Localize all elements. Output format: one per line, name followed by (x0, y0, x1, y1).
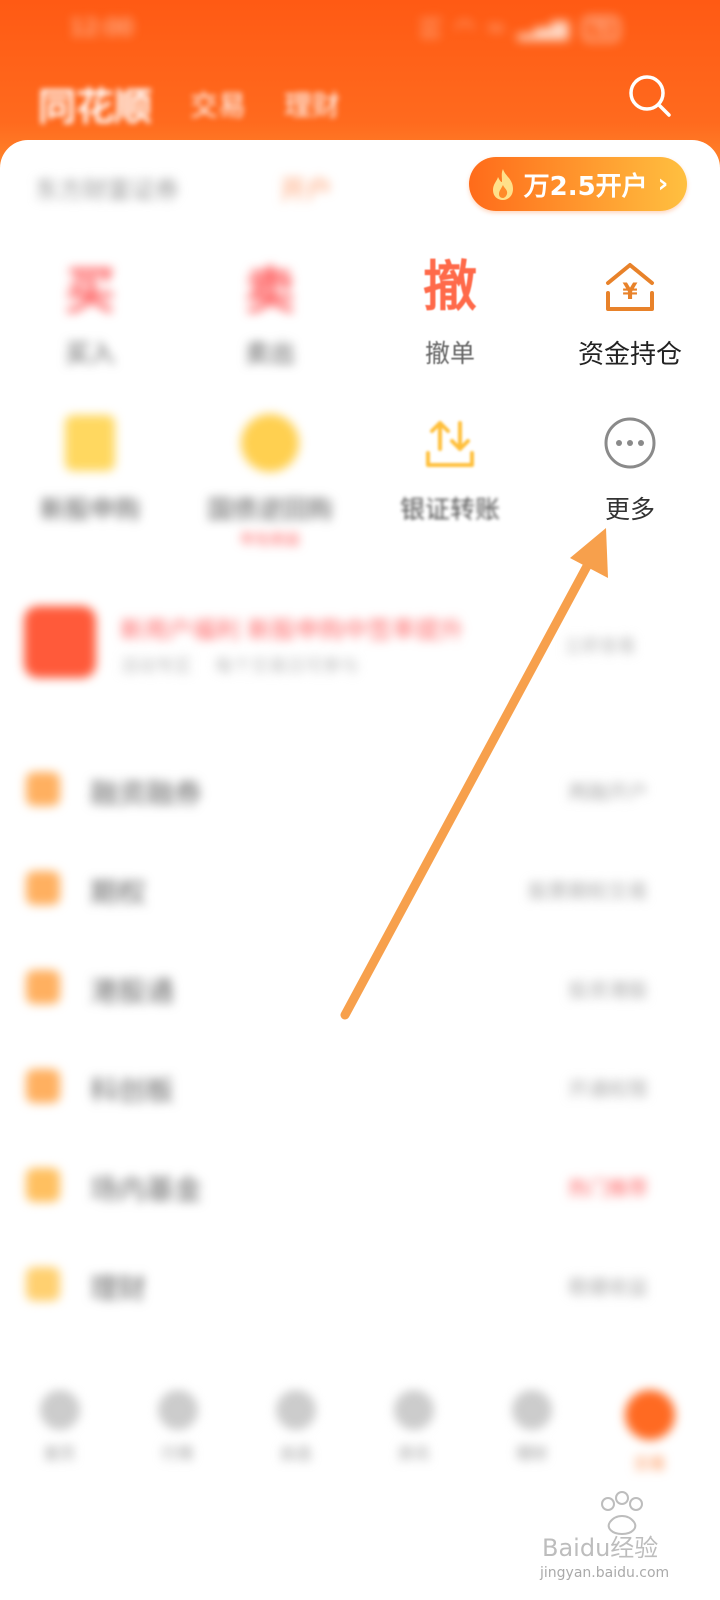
battery-indicator: 70 (582, 16, 619, 41)
list-item-icon (26, 871, 60, 905)
list-item-icon (26, 1069, 60, 1103)
open-account-label: 万2.5开户 (523, 171, 648, 202)
house-yen-icon: ¥ (606, 263, 654, 311)
signal-icon: ▂▄▆ (517, 16, 569, 41)
signal-label: 5G (488, 22, 504, 35)
grid-item-label: 卖出 (244, 339, 295, 368)
chevron-right-icon: › (657, 169, 669, 199)
top-nav: 同花顺 交易 理财 (38, 76, 340, 131)
reverse-repo-icon (241, 414, 299, 472)
grid-item-buy[interactable]: 买 买入 (0, 252, 180, 371)
news-icon (393, 1390, 434, 1430)
bottom-nav-item-trade[interactable]: 交易 (591, 1390, 708, 1490)
cancel-order-icon: 撤 (423, 255, 477, 318)
sell-icon: 卖 (245, 262, 295, 320)
list-item[interactable]: 理财 稳健收益 (0, 1235, 720, 1334)
bottom-nav-item[interactable]: 自选 (237, 1390, 354, 1490)
grid-item-ipo[interactable]: 新股申购 (0, 408, 180, 549)
watermark-url: jingyan.baidu.com (540, 1565, 670, 1581)
news-title: 新用户福利 新股申购中签率提升 (120, 616, 464, 644)
market-icon (157, 1390, 198, 1430)
list-item-icon (26, 772, 60, 806)
grid-item-reverse-repo[interactable]: 国债逆回购 年化收益 (180, 408, 360, 549)
grid-item-label: 更多 (604, 495, 655, 524)
more-dots-icon (604, 417, 656, 469)
fire-icon (492, 169, 513, 200)
function-grid-row1: 买 买入 卖 卖出 撤 撤单 ¥ 资金持仓 (0, 252, 720, 371)
news-banner[interactable]: 新用户福利 新股申购中签率提升 活动专区 每个交易日可参与 立即查看 (24, 606, 704, 686)
tab-trade[interactable]: 交易 (190, 84, 246, 124)
ipo-icon (65, 415, 115, 471)
transfer-icon (426, 421, 474, 467)
tab-finance[interactable]: 理财 (284, 84, 340, 124)
grid-item-label: 银证转账 (399, 495, 500, 524)
list-item[interactable]: 融资融券 两融开户 (0, 740, 720, 839)
news-date: 立即查看 (564, 636, 636, 657)
grid-item-sell[interactable]: 卖 卖出 (180, 252, 360, 371)
news-logo (24, 606, 96, 678)
list-item[interactable]: 科创板 开通权限 (0, 1037, 720, 1136)
news-meta: 活动专区 每个交易日可参与 (120, 656, 359, 677)
bottom-nav: 首页 行情 自选 资讯 理财 交易 (0, 1390, 720, 1490)
watchlist-icon (275, 1390, 316, 1430)
buy-icon: 买 (65, 262, 115, 320)
wifi-icon: ◠ (455, 16, 475, 41)
status-bar: 12:00 107 K/S ◠ 5G ▂▄▆ 70 (0, 10, 720, 50)
grid-item-more[interactable]: 更多 (540, 408, 720, 549)
list-item[interactable]: 期权 股票期权交易 (0, 839, 720, 938)
list-item[interactable]: 场内基金 热门推荐 (0, 1136, 720, 1235)
search-button[interactable] (624, 70, 676, 122)
grid-item-bank-transfer[interactable]: 银证转账 (360, 408, 540, 549)
grid-item-label: 买入 (64, 339, 115, 368)
bottom-nav-item[interactable]: 资讯 (355, 1390, 472, 1490)
grid-item-sublabel: 年化收益 (239, 530, 300, 548)
broker-name: 东方财富证券 (35, 176, 179, 204)
svg-text:¥: ¥ (622, 280, 638, 305)
list-item-icon (26, 1267, 60, 1301)
grid-item-label: 国债逆回购 (207, 495, 333, 524)
grid-item-label: 新股申购 (39, 495, 140, 524)
list-item-icon (26, 970, 60, 1004)
open-account-button[interactable]: 万2.5开户 › (469, 157, 687, 211)
status-icons: 107 K/S ◠ 5G ▂▄▆ 70 (420, 16, 619, 41)
grid-item-label: 撤单 (424, 339, 475, 368)
promo-tag: 开户 (280, 176, 333, 206)
network-speed: 107 K/S (420, 15, 441, 41)
svg-text:Baidu经验: Baidu经验 (542, 1534, 658, 1562)
function-grid-row2: 新股申购 国债逆回购 年化收益 银证转账 更多 (0, 408, 720, 549)
status-time: 12:00 (70, 16, 134, 41)
brand-title[interactable]: 同花顺 (38, 76, 152, 131)
grid-item-funds-positions[interactable]: ¥ 资金持仓 (540, 252, 720, 371)
bottom-nav-item[interactable]: 行情 (119, 1390, 236, 1490)
search-icon (629, 75, 671, 117)
grid-item-cancel-order[interactable]: 撤 撤单 (360, 252, 540, 371)
trade-icon (624, 1390, 675, 1440)
bottom-nav-item[interactable]: 首页 (1, 1390, 118, 1490)
list-item-icon (26, 1168, 60, 1202)
bottom-nav-item[interactable]: 理财 (473, 1390, 590, 1490)
grid-item-label: 资金持仓 (577, 340, 682, 370)
service-list: 融资融券 两融开户 期权 股票期权交易 港股通 投资港股 科创板 开通权限 场内基金 热门… (0, 740, 720, 1334)
wealth-icon (511, 1390, 552, 1430)
home-icon (39, 1390, 80, 1430)
list-item[interactable]: 港股通 投资港股 (0, 938, 720, 1037)
